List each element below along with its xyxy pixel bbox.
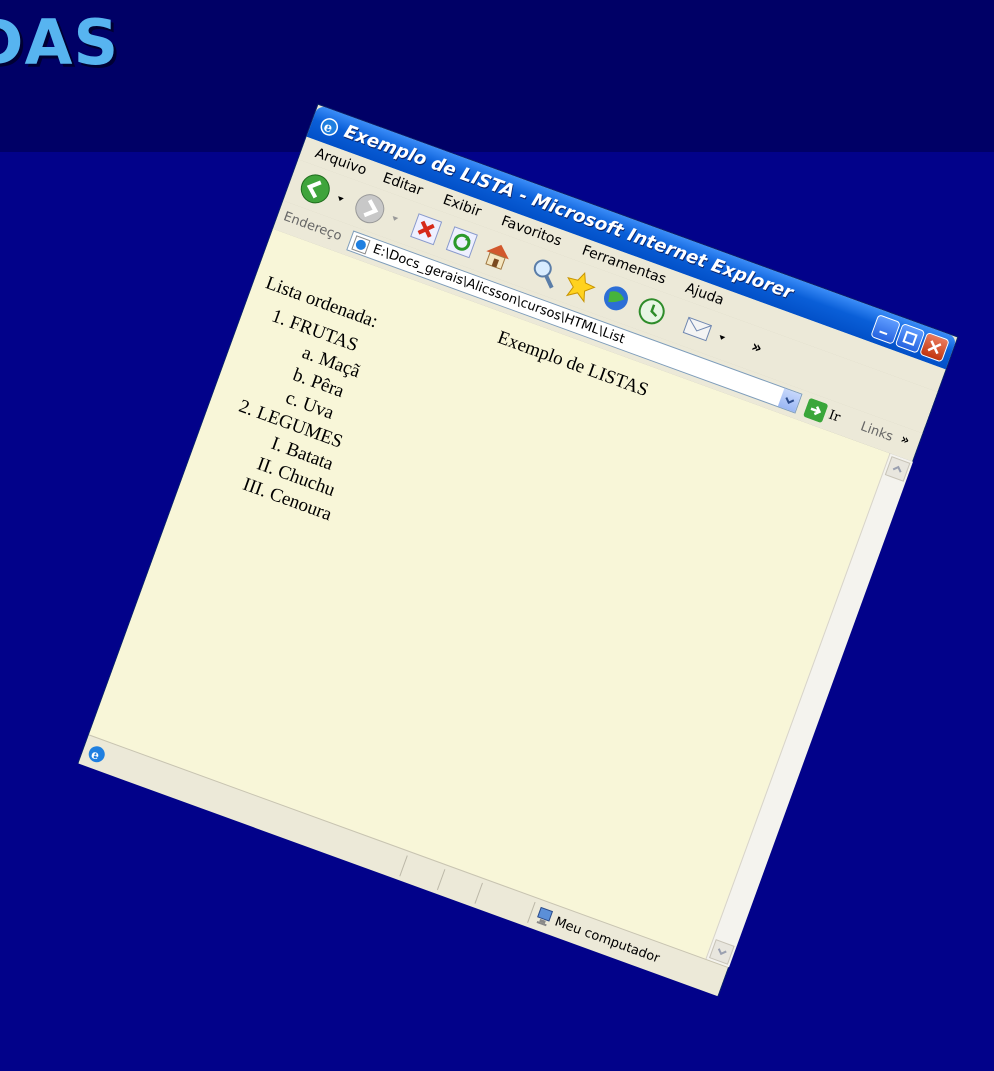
page-status-icon: e: [83, 741, 110, 770]
stop-icon[interactable]: [406, 209, 447, 250]
mail-icon[interactable]: [678, 308, 719, 349]
back-icon[interactable]: [295, 168, 336, 209]
scroll-up-button[interactable]: [884, 456, 911, 482]
forward-dropdown-icon[interactable]: [385, 201, 405, 234]
go-button[interactable]: Ir: [826, 408, 842, 426]
search-icon[interactable]: [524, 252, 565, 293]
status-divider: [474, 882, 483, 904]
history-icon[interactable]: [631, 291, 672, 332]
media-icon[interactable]: [595, 278, 636, 319]
links-button[interactable]: Links: [858, 419, 895, 445]
home-icon[interactable]: [477, 235, 518, 276]
computer-icon: [532, 906, 555, 932]
status-divider: [399, 855, 408, 877]
slide-title: DAS: [0, 6, 120, 79]
refresh-icon[interactable]: [441, 222, 482, 263]
toolbar-overflow-chevron[interactable]: »: [744, 336, 770, 372]
ie-app-icon: e: [316, 114, 342, 140]
go-arrow-icon[interactable]: [803, 398, 829, 424]
page-icon: [349, 235, 371, 259]
links-overflow-chevron[interactable]: »: [899, 432, 912, 449]
slide-title-band: [0, 0, 994, 152]
address-dropdown-icon[interactable]: [777, 388, 802, 413]
back-dropdown-icon[interactable]: [330, 181, 350, 214]
close-button[interactable]: [919, 331, 950, 363]
forward-icon[interactable]: [349, 188, 390, 229]
favorites-icon[interactable]: [560, 265, 601, 306]
status-divider: [436, 869, 446, 891]
